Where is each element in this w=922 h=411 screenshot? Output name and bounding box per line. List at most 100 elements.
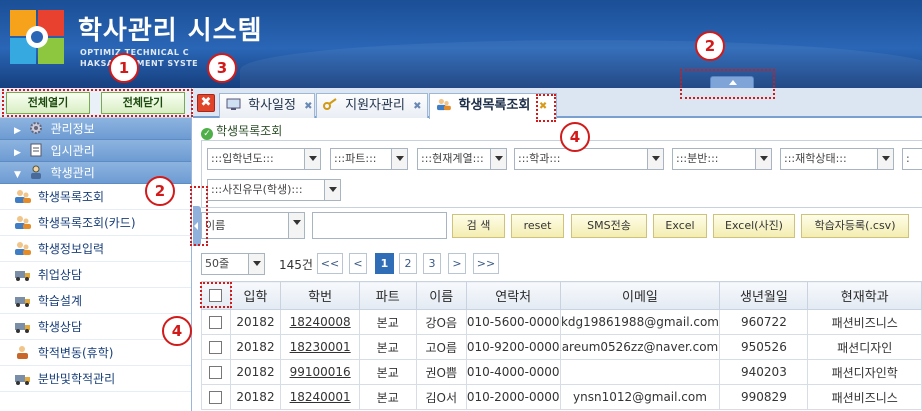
table-row[interactable]: 20182 18240008 본교 강O음 010-5600-0000 kdg1… [201,309,922,335]
app-logo-icon [10,10,64,64]
student-id-link[interactable]: 99100016 [280,359,360,385]
key-icon [323,98,337,110]
enrollment-status-select[interactable]: :::재학상태::: [780,148,894,170]
row-checkbox[interactable] [209,341,223,354]
table-cell: 010-2000-0000 [465,384,561,410]
last-page-button[interactable]: >> [473,253,499,274]
table-cell: 본교 [358,359,417,385]
column-header[interactable]: 이름 [415,281,467,310]
excel-button[interactable]: Excel [653,214,707,238]
class-select[interactable]: :::분반::: [672,148,772,170]
sidebar-category-admin-info[interactable]: ▶ 관리정보 [0,118,191,140]
column-header[interactable]: 생년월일 [719,281,809,310]
collapse-arrow-icon: ▼ [14,170,21,180]
excel-photo-button[interactable]: Excel(사진) [713,214,795,238]
part-select[interactable]: :::파트::: [330,148,408,170]
close-all-tabs-button[interactable]: ✖ [197,94,215,112]
total-count: 145건 [279,258,313,272]
close-icon[interactable]: ✖ [413,101,421,112]
photo-status-select[interactable]: :::사진유무(학생)::: [207,179,341,201]
first-page-button[interactable]: << [317,253,343,274]
search-field-select[interactable]: 이름 [201,212,305,239]
student-register-csv-button[interactable]: 학습자등록(.csv) [801,214,909,238]
chevron-down-icon [391,149,407,169]
search-button[interactable]: 검 색 [452,214,505,238]
page-size-select[interactable]: 50줄 [201,253,265,275]
sidebar-item-learning-design[interactable]: 학습설계 [0,288,191,314]
table-cell: 권O쁨 [415,359,467,385]
sidebar-category-admission[interactable]: ▶ 입시관리 [0,140,191,162]
chevron-down-icon [288,213,304,238]
chevron-down-icon [755,149,771,169]
table-cell: 본교 [358,334,417,360]
table-cell: 패션디자인학 [807,359,922,385]
sidebar-item-label: 학습설계 [37,294,82,308]
column-header[interactable]: 현재학과 [807,281,922,310]
next-page-button[interactable]: > [448,253,466,274]
table-row[interactable]: 20182 99100016 본교 권O쁨 010-4000-0000 9402… [201,359,922,385]
table-cell: 패션비즈니스 [807,384,922,410]
table-cell: 20182 [229,309,282,335]
table-cell: 990829 [719,384,809,410]
student-id-link[interactable]: 18240001 [280,384,360,410]
table-cell: 010-9200-0000 [465,334,561,360]
extra-filter-select[interactable]: : [902,148,922,170]
student-id-link[interactable]: 18240008 [280,309,360,335]
sidebar-category-label: 입시관리 [50,144,95,158]
sidebar-category-label: 관리정보 [50,122,95,136]
table-cell: 본교 [358,309,417,335]
select-value: :::현재계열::: [421,152,484,165]
student-id-link[interactable]: 18230001 [280,334,360,360]
table-row[interactable]: 20182 18240001 본교 김O서 010-2000-0000 ynsn… [201,384,922,410]
sidebar-item-label: 취업상담 [37,268,82,282]
page-1-button[interactable]: 1 [375,253,394,274]
truck-icon [15,323,30,333]
row-select-cell[interactable] [201,359,231,385]
close-icon[interactable]: ✖ [304,101,312,112]
row-select-cell[interactable] [201,384,231,410]
sms-send-button[interactable]: SMS전송 [571,214,647,238]
search-input[interactable] [312,212,447,239]
page-3-button[interactable]: 3 [423,253,441,274]
table-cell: 010-4000-0000 [465,359,561,385]
table-cell: 20182 [229,334,282,360]
check-icon: ✓ [201,128,213,140]
row-select-cell[interactable] [201,334,231,360]
sidebar-item-career-counseling[interactable]: 취업상담 [0,262,191,288]
app-subtitle-line1: OPTIMIZ TECHNICAL C [80,48,190,57]
page-2-button[interactable]: 2 [399,253,417,274]
annotation-box-tab-close [536,94,556,122]
department-select[interactable]: :::학과::: [514,148,664,170]
gear-icon [29,122,42,134]
select-value: :::학과::: [518,152,561,165]
sidebar-item-class-management[interactable]: 분반및학적관리 [0,366,191,392]
column-header[interactable]: 연락처 [465,281,561,310]
reset-button[interactable]: reset [511,214,564,238]
select-value: :::파트::: [334,152,377,165]
column-header[interactable]: 학번 [280,281,360,310]
prev-page-button[interactable]: < [349,253,367,274]
column-header[interactable]: 파트 [358,281,417,310]
tab-academic-schedule[interactable]: 학사일정 ✖ [219,93,315,118]
current-track-select[interactable]: :::현재계열::: [417,148,507,170]
table-row[interactable]: 20182 18230001 본교 고O름 010-9200-0000 areu… [201,334,922,360]
sidebar-item-student-info-input[interactable]: 학생정보입력 [0,236,191,262]
sidebar-item-student-list-card[interactable]: 학생목록조회(카드) [0,210,191,236]
app-header: 학사관리 시스템 OPTIMIZ TECHNICAL C HAKSA AGEME… [0,0,922,88]
student-table: 입학 학번 파트 이름 연락처 이메일 생년월일 현재학과 20182 1824… [201,281,922,410]
table-cell: 20182 [229,359,282,385]
row-checkbox[interactable] [209,316,223,329]
row-select-cell[interactable] [201,309,231,335]
admission-year-select[interactable]: :::입학년도::: [207,148,321,170]
column-header[interactable]: 이메일 [559,281,721,310]
sidebar-item-enrollment-change[interactable]: 학적변동(휴학) [0,340,191,366]
table-cell: kdg19861988@gmail.com [559,309,721,335]
row-checkbox[interactable] [209,366,223,379]
table-cell: 본교 [358,384,417,410]
truck-icon [15,271,30,281]
column-header[interactable]: 입학 [229,281,282,310]
tab-applicant-management[interactable]: 지원자관리 ✖ [316,93,428,118]
row-checkbox[interactable] [209,391,223,404]
select-value: :::재학상태::: [784,152,847,165]
annotation-box-collapse [680,69,775,99]
